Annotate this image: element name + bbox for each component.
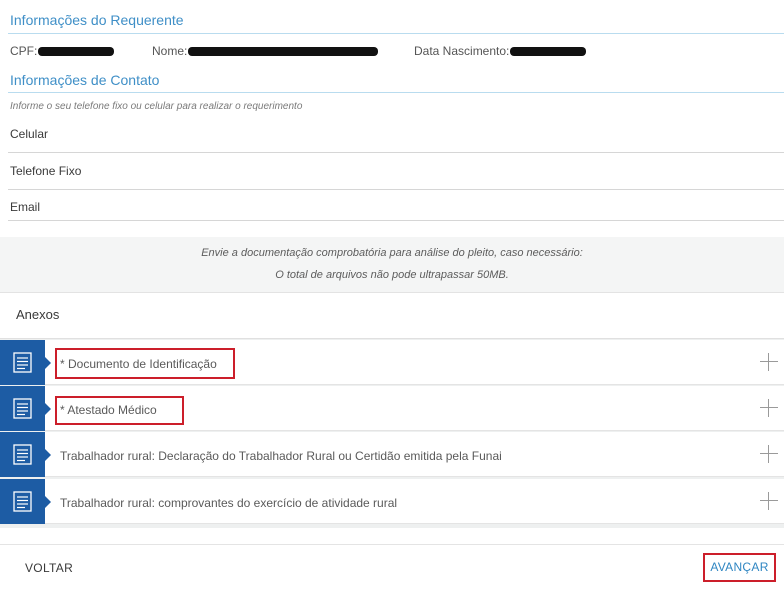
document-icon	[0, 340, 51, 385]
upload-notice: Envie a documentação comprobatória para …	[0, 237, 784, 293]
voltar-button[interactable]: VOLTAR	[25, 561, 73, 575]
cpf-redacted-value	[38, 47, 114, 56]
telefone-fixo-field[interactable]: Telefone Fixo	[8, 164, 784, 190]
celular-label: Celular	[10, 127, 49, 141]
telefone-fixo-label: Telefone Fixo	[10, 164, 82, 178]
section-divider	[8, 33, 784, 34]
attachment-label: Trabalhador rural: Declaração do Trabalh…	[60, 449, 502, 463]
document-icon	[0, 432, 51, 477]
highlight-box	[55, 396, 184, 425]
plus-icon[interactable]	[760, 445, 778, 463]
document-icon	[0, 386, 51, 431]
attachment-row-declaracao-trabalhador-rural[interactable]: Trabalhador rural: Declaração do Trabalh…	[0, 432, 784, 477]
data-nascimento-redacted-value	[510, 47, 586, 56]
email-label: Email	[10, 200, 41, 214]
section-divider	[8, 92, 784, 93]
contato-hint: Informe o seu telefone fixo ou celular p…	[10, 101, 303, 112]
anexos-title: Anexos	[16, 307, 60, 322]
upload-notice-line1: Envie a documentação comprobatória para …	[201, 247, 583, 259]
plus-icon[interactable]	[760, 399, 778, 417]
footer-bar: VOLTAR AVANÇAR	[0, 544, 784, 590]
highlight-box	[55, 348, 235, 379]
attachment-row-comprovantes-atividade-rural[interactable]: Trabalhador rural: comprovantes do exerc…	[0, 479, 784, 524]
contato-section-title: Informações de Contato	[10, 72, 160, 88]
requerente-info-row: CPF: Nome: Data Nascimento:	[10, 44, 784, 60]
requerente-section-title: Informações do Requerente	[10, 12, 184, 28]
celular-field[interactable]: Celular	[8, 127, 784, 153]
attachment-label: Trabalhador rural: comprovantes do exerc…	[60, 496, 398, 510]
plus-icon[interactable]	[760, 492, 778, 510]
nome-redacted-value	[188, 47, 378, 56]
email-field[interactable]: Email	[8, 200, 784, 221]
upload-notice-line2: O total de arquivos não pode ultrapassar…	[275, 269, 509, 281]
cpf-label: CPF:	[10, 44, 38, 58]
nome-label: Nome:	[152, 44, 188, 58]
document-icon	[0, 479, 51, 524]
avancar-button[interactable]: AVANÇAR	[703, 553, 776, 582]
plus-icon[interactable]	[760, 353, 778, 371]
data-nascimento-label: Data Nascimento:	[414, 44, 510, 58]
